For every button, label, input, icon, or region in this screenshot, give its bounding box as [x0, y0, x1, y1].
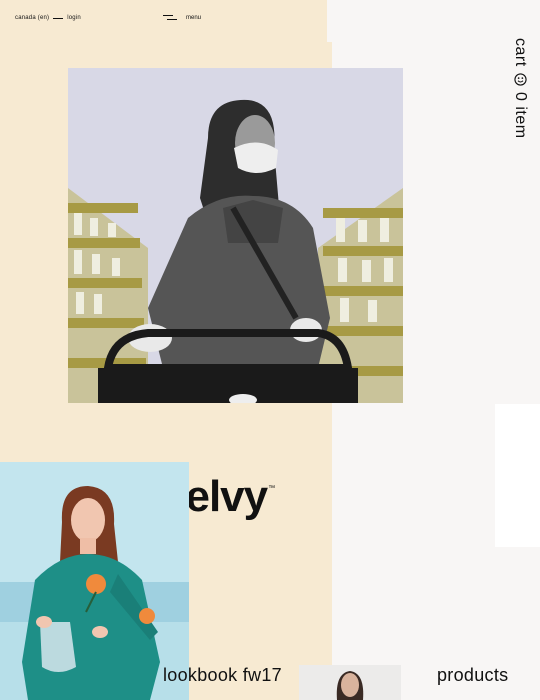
locale-login-bar: canada (en) login — [15, 15, 81, 21]
cart-count: 0 item — [512, 91, 529, 139]
smiley-face-icon — [513, 73, 527, 86]
hamburger-menu-icon — [163, 14, 177, 21]
login-link[interactable]: login — [67, 15, 81, 21]
menu-label: menu — [186, 14, 202, 21]
separator-dash — [53, 17, 64, 19]
lookbook-model-image[interactable] — [0, 462, 189, 700]
cart-link[interactable]: cart 0 item — [506, 38, 534, 138]
trademark-symbol: ™ — [268, 485, 275, 492]
products-link[interactable]: products — [437, 665, 508, 686]
lookbook-link[interactable]: lookbook fw17 — [163, 665, 282, 686]
white-accent-block — [495, 404, 540, 547]
cart-label: cart — [512, 38, 529, 67]
product-thumbnail[interactable] — [299, 665, 401, 700]
region-selector[interactable]: canada (en) — [15, 15, 49, 21]
menu-button[interactable]: menu — [163, 14, 201, 21]
hero-image-masked-shopper — [68, 68, 403, 403]
light-background-block — [332, 404, 495, 700]
